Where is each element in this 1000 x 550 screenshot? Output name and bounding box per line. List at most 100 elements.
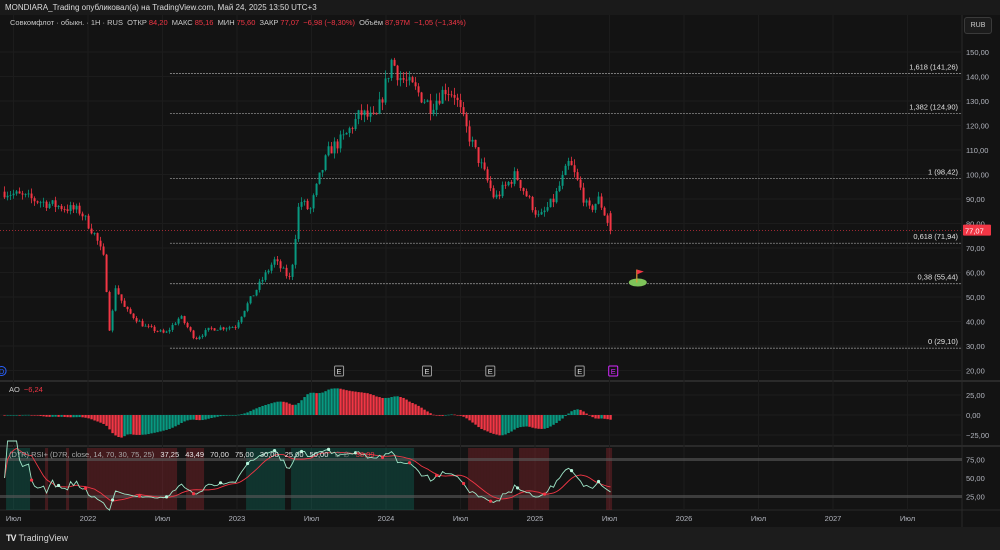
candle-body	[84, 215, 87, 217]
candle-body	[441, 89, 444, 104]
candle-body	[303, 200, 306, 202]
rsi-axis-label: 75,00	[966, 456, 985, 465]
candle-body	[411, 77, 414, 83]
ao-histogram-bar	[252, 409, 255, 415]
ao-histogram-bar	[396, 396, 399, 415]
tradingview-brand[interactable]: TV TradingView	[6, 533, 68, 543]
ao-histogram-bar	[384, 397, 387, 415]
ao-histogram-bar	[180, 415, 183, 423]
ao-histogram-bar	[135, 415, 138, 435]
candle	[216, 329, 219, 331]
ao-histogram-bar	[93, 415, 96, 421]
symbol-name[interactable]: Совкомфлот · обыкн. · 1H · RUS	[10, 18, 123, 27]
ao-legend[interactable]: AO −6,24	[9, 385, 43, 394]
candle-body	[24, 193, 27, 195]
candle	[147, 323, 150, 329]
time-axis-label: Июл	[453, 514, 468, 523]
ao-histogram-bar	[15, 415, 18, 416]
rsi-legend[interactable]: (D7R) RSI+ (D7R, close, 14, 70, 30, 75, …	[9, 450, 375, 459]
ao-histogram-bar	[105, 415, 108, 426]
candle-body	[36, 201, 39, 203]
candle-body	[177, 318, 180, 324]
ao-histogram-bar	[555, 415, 558, 423]
rsi-value: 37,25	[160, 450, 180, 459]
candle-body	[489, 180, 492, 189]
rsi-zone-shading	[480, 448, 484, 510]
rsi-zone-shading	[504, 448, 508, 510]
candle	[231, 326, 234, 328]
rsi-zone-shading	[507, 448, 511, 510]
candle	[426, 99, 429, 103]
candle-body	[399, 77, 402, 81]
candle-body	[174, 323, 177, 325]
ao-histogram-bar	[264, 405, 267, 415]
candle-body	[573, 165, 576, 173]
candle-body	[204, 330, 207, 336]
ao-histogram-bar	[573, 409, 576, 415]
candle-body	[450, 94, 453, 96]
ao-histogram-bar	[162, 415, 165, 431]
rsi-zone-shading	[501, 448, 505, 510]
candle	[453, 87, 456, 105]
currency-button[interactable]: RUB	[964, 17, 992, 34]
ao-histogram-bar	[120, 415, 123, 438]
candle-body	[486, 169, 489, 181]
candle-body	[576, 172, 579, 180]
ao-histogram-bar	[333, 388, 336, 415]
time-axis-label: Июл	[602, 514, 617, 523]
candle-body	[153, 326, 156, 332]
ao-histogram-bar	[42, 415, 45, 417]
candle-body	[180, 316, 183, 319]
candle	[321, 169, 324, 177]
candle	[249, 296, 252, 305]
ao-histogram-bar	[66, 415, 69, 418]
rsi-cross-dot	[488, 499, 493, 503]
candle	[474, 139, 477, 149]
ao-histogram-bar	[81, 415, 84, 418]
candle	[459, 93, 462, 113]
candle-body	[417, 86, 420, 93]
ao-histogram-bar	[420, 407, 423, 415]
ao-histogram-bar	[606, 415, 609, 420]
ao-histogram-bar	[522, 415, 525, 427]
candle-body	[375, 113, 378, 115]
rsi-cross-dot	[434, 473, 439, 478]
ao-histogram-bar	[165, 415, 168, 430]
candle	[336, 139, 339, 154]
ao-histogram-bar	[12, 415, 15, 416]
ao-histogram-bar	[171, 415, 174, 428]
candle	[72, 202, 75, 214]
ao-histogram-bar	[486, 415, 489, 432]
ao-histogram-bar	[582, 411, 585, 415]
candle	[21, 190, 24, 200]
ao-histogram-bar	[369, 394, 372, 415]
candle	[135, 316, 138, 324]
candle-body	[201, 335, 204, 337]
candle-body	[396, 65, 399, 81]
rsi-cross-dot	[164, 495, 169, 499]
fib-level-label: 1,618 (141,26)	[909, 62, 958, 71]
candle-body	[318, 172, 321, 184]
rsi-cross-dot	[110, 498, 115, 502]
ao-histogram-bar	[195, 415, 198, 420]
candle	[303, 199, 306, 206]
ao-histogram-bar	[471, 415, 474, 423]
ao-histogram-bar	[30, 414, 33, 416]
volume-value: 87,97M	[384, 18, 411, 27]
candle-body	[423, 101, 426, 103]
rsi-axis-label: 50,00	[966, 474, 985, 483]
candle-body	[306, 200, 309, 210]
candle	[366, 104, 369, 120]
event-marker-label: E	[488, 367, 493, 376]
candle	[477, 147, 480, 167]
candle	[288, 272, 291, 280]
candle	[24, 193, 27, 198]
candle-body	[243, 310, 246, 317]
ao-histogram-bar	[294, 404, 297, 415]
candle	[75, 203, 78, 214]
fib-level-label: 0,38 (55,44)	[918, 273, 959, 282]
candle	[291, 263, 294, 281]
candle	[504, 181, 507, 189]
candle-body	[87, 215, 90, 229]
candle-body	[171, 324, 174, 330]
